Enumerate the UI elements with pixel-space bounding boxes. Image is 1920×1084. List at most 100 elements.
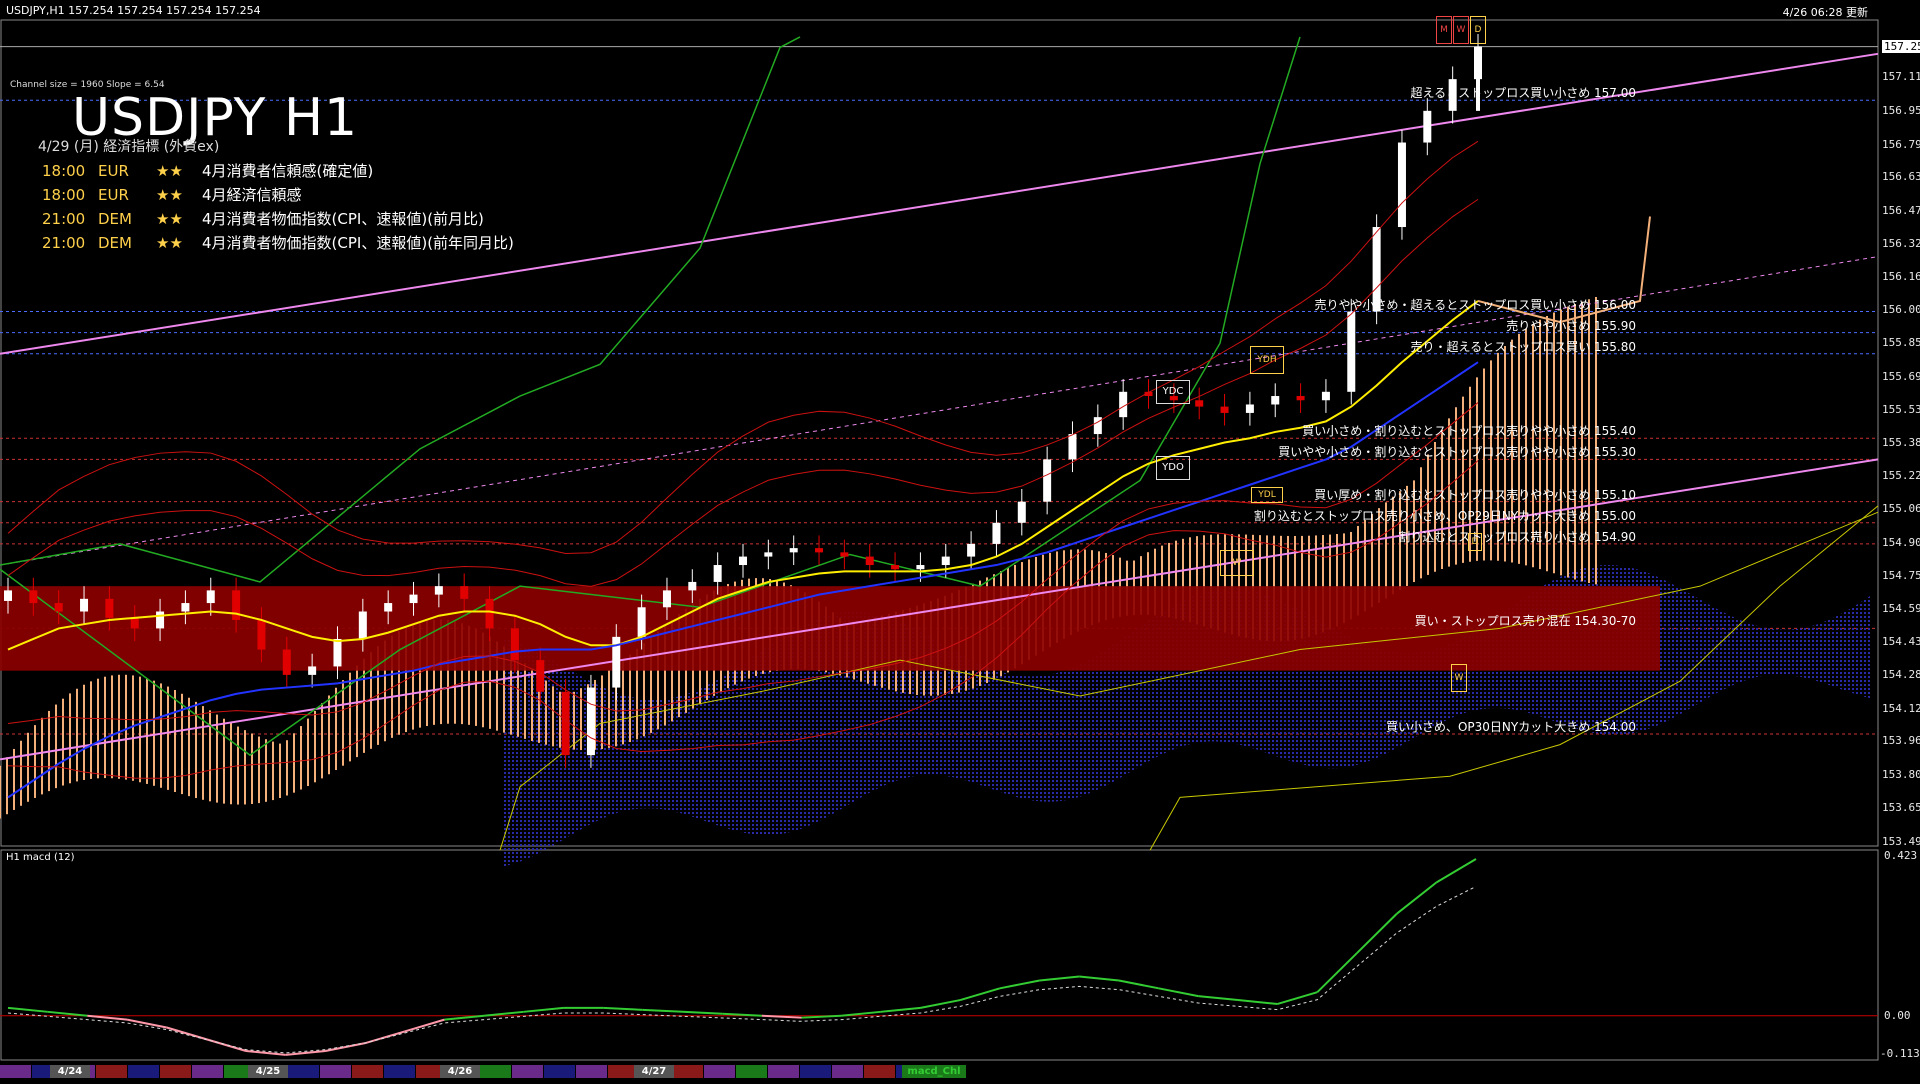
event-time: 21:00	[42, 210, 86, 228]
event-country: DEM	[98, 210, 132, 228]
event-row: 21:00 DEM ★★ 4月消費者物価指数(CPI、速報値)(前年同月比)	[42, 232, 514, 253]
price-tick-label: 156.005	[1882, 303, 1920, 317]
candle-body	[434, 586, 443, 595]
candle-body	[1195, 400, 1204, 407]
macd-segment	[1277, 991, 1318, 1005]
candle-body	[1296, 396, 1305, 401]
price-tick-label: 157.254	[1882, 39, 1920, 53]
tab-4-25[interactable]: 4/25	[248, 1065, 288, 1078]
price-tick-label: 155.535	[1882, 402, 1920, 416]
chart-stage: USDJPY,H1 157.254 157.254 157.254 157.25…	[0, 0, 1920, 1080]
price-tick-label: 154.750	[1882, 568, 1920, 582]
price-tick-label: 154.905	[1882, 535, 1920, 549]
tag-ydc: YDC	[1156, 380, 1190, 404]
candle-body	[789, 548, 798, 553]
candle-body	[662, 590, 671, 608]
tag-week-low-2: W	[1451, 664, 1467, 692]
candle-body	[156, 611, 165, 629]
macd-segment	[166, 1026, 207, 1041]
candle-body	[29, 590, 38, 604]
macd-signal	[7, 885, 1477, 1054]
timeline-segment	[96, 1065, 127, 1078]
tag-week-low: W	[1220, 550, 1254, 576]
candle-body	[713, 565, 722, 582]
event-time: 18:00	[42, 186, 86, 204]
macd-segment	[1039, 975, 1080, 982]
events-heading: 4/29 (月) 経済指標 (外貨ex)	[38, 139, 220, 155]
macd-segment	[1198, 995, 1239, 1002]
macd-axis-zero: 0.00	[1884, 1009, 1911, 1022]
price-tick-label: 156.790	[1882, 137, 1920, 151]
timeline-segment	[320, 1065, 351, 1078]
event-name: 4月経済信頼感	[202, 186, 302, 204]
candle-body	[1423, 110, 1432, 143]
candle-body	[4, 590, 12, 601]
macd-segment	[999, 979, 1040, 990]
price-tick-label: 154.280	[1882, 667, 1920, 681]
annotation-label: 超えるとストップロス買い小さめ 157.00	[1410, 86, 1636, 101]
macd-segment	[1316, 952, 1358, 993]
timeline-segment	[544, 1065, 575, 1078]
macd-segment	[523, 1006, 564, 1013]
event-stars: ★★	[156, 210, 183, 228]
annotation-label: 買い・ストップロス売り混在 154.30-70	[1414, 614, 1636, 629]
annotation-label: 買いやや小さめ・割り込むとストップロス売りやや小さめ 155.30	[1278, 445, 1636, 460]
macd-segment	[603, 1006, 643, 1011]
candle-body	[536, 660, 545, 692]
envelope-line	[7, 198, 1479, 587]
event-time: 18:00	[42, 162, 86, 180]
timeline-segment	[352, 1065, 383, 1078]
annotation-label: 割り込むとストップロス売り小さめ、OP29日NYカット大きめ 155.00	[1253, 508, 1636, 523]
timeline-segment	[288, 1065, 319, 1078]
timeline-segment	[736, 1065, 767, 1078]
tag-ydl: YDL	[1251, 487, 1283, 503]
tag-day-low: D	[1468, 533, 1482, 551]
tab-4-24[interactable]: 4/24	[50, 1065, 90, 1078]
candle-body	[257, 619, 266, 650]
support-zone	[0, 586, 1660, 671]
tab-4-26[interactable]: 4/26	[440, 1065, 480, 1078]
macd-axis-top: 0.423	[1884, 849, 1918, 862]
event-name: 4月消費者物価指数(CPI、速報値)(前月比)	[202, 210, 484, 228]
candle-body	[1068, 434, 1077, 460]
candle-body	[1321, 391, 1330, 401]
tab-4-27[interactable]: 4/27	[634, 1065, 674, 1078]
price-tick-label: 156.165	[1882, 269, 1920, 283]
price-tick-label: 154.120	[1882, 701, 1920, 715]
price-tick-label: 154.435	[1882, 635, 1920, 649]
candle-body	[941, 556, 950, 566]
event-row: 18:00 EUR ★★ 4月経済信頼感	[42, 184, 302, 205]
event-country: EUR	[98, 162, 129, 180]
macd-segment	[484, 1010, 524, 1017]
candle-body	[54, 603, 63, 612]
macd-segment	[1356, 913, 1398, 954]
annotation-label: 売り・超えるとストップロス買い 155.80	[1410, 339, 1636, 354]
macd-label: H1 macd (12)	[6, 852, 75, 863]
annotation-label: 売りやや小さめ 155.90	[1506, 318, 1636, 333]
price-tick-label: 153.650	[1882, 800, 1920, 814]
candle-body	[739, 556, 747, 566]
macd-segment	[7, 1006, 48, 1013]
tag-ydo: YDO	[1156, 456, 1190, 480]
candle-body	[967, 543, 976, 557]
tag-ydh: YDH	[1250, 346, 1284, 374]
candle-body	[637, 607, 646, 637]
price-tick-label: 156.635	[1882, 170, 1920, 184]
tag-day: D	[1470, 16, 1486, 44]
candle-body	[80, 598, 89, 612]
price-tick-label: 155.690	[1882, 370, 1920, 384]
candle-body	[232, 590, 241, 620]
price-tick-label: 155.065	[1882, 502, 1920, 516]
timeline-segment	[768, 1065, 799, 1078]
candle-body	[1017, 501, 1026, 523]
tab-macd_Chl[interactable]: macd_Chl	[902, 1065, 966, 1078]
candle-body	[840, 552, 849, 557]
price-tick-label: 153.490	[1882, 834, 1920, 848]
event-country: EUR	[98, 186, 129, 204]
candle-body	[384, 603, 393, 612]
timeline-segment	[832, 1065, 863, 1078]
timeline-segment	[512, 1065, 543, 1078]
macd-segment	[682, 1010, 723, 1015]
candle-body	[1093, 417, 1102, 435]
timeline-segment	[704, 1065, 735, 1078]
